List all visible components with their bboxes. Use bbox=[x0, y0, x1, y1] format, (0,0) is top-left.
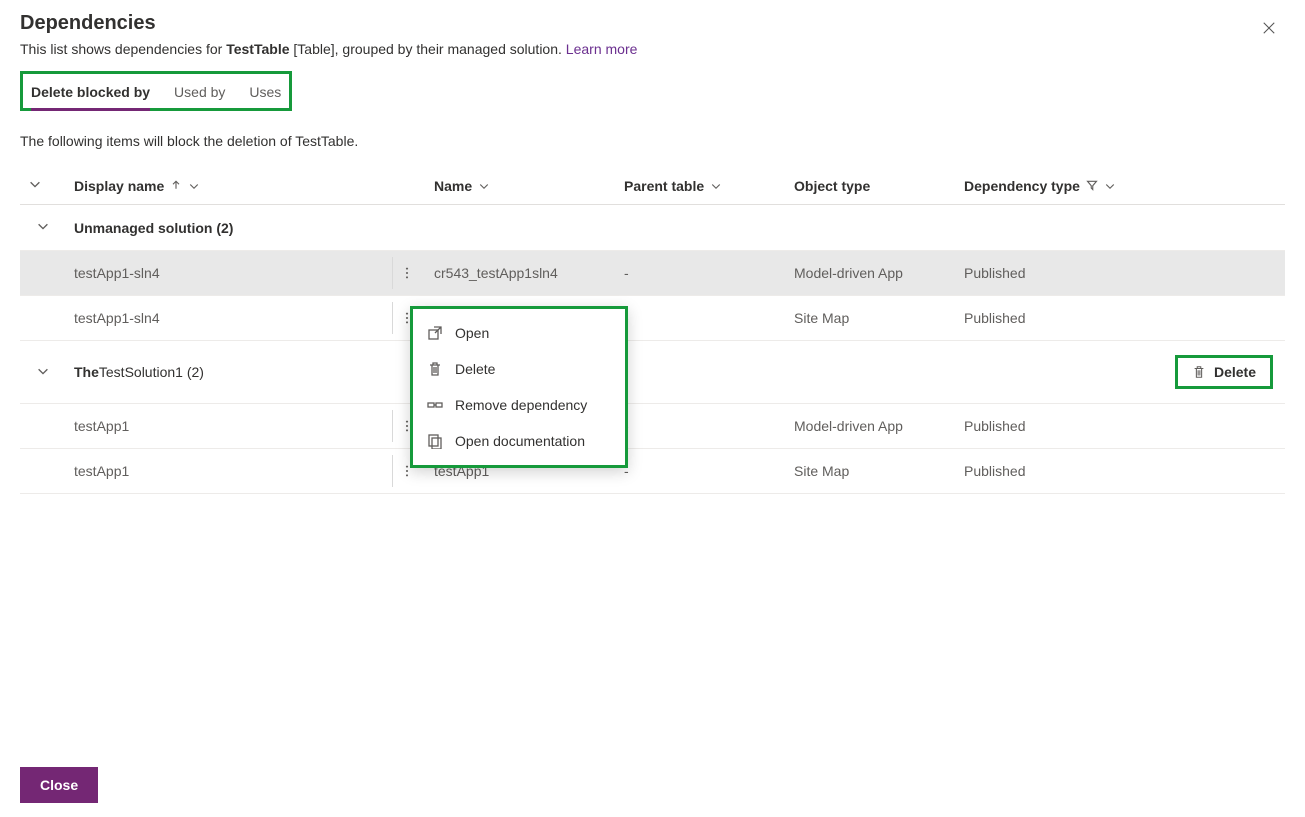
cell-display-name: testApp1 bbox=[74, 418, 129, 434]
menu-item-open-documentation[interactable]: Open documentation bbox=[413, 423, 625, 459]
menu-item-delete[interactable]: Delete bbox=[413, 351, 625, 387]
group-label-bold: The bbox=[74, 364, 99, 380]
cell-dependency-type: Published bbox=[964, 265, 1026, 281]
chevron-down-icon bbox=[710, 180, 722, 192]
cell-dependency-type: Published bbox=[964, 310, 1026, 326]
cell-dependency-type: Published bbox=[964, 418, 1026, 434]
group-row-testsolution[interactable]: TheTestSolution1 (2) Delete bbox=[20, 341, 1285, 404]
sort-ascending-icon bbox=[170, 178, 182, 194]
delete-button[interactable]: Delete bbox=[1175, 355, 1273, 389]
context-menu: Open Delete Remove dependency Open docum… bbox=[410, 306, 628, 468]
document-icon bbox=[427, 433, 443, 449]
group-label-rest: TestSolution1 (2) bbox=[99, 364, 204, 380]
cell-object-type: Site Map bbox=[794, 310, 849, 326]
menu-item-open[interactable]: Open bbox=[413, 315, 625, 351]
subtitle-entity: TestTable bbox=[226, 41, 289, 57]
delete-button-label: Delete bbox=[1214, 364, 1256, 380]
table-row[interactable]: testApp1 testApp1 - Site Map Published bbox=[20, 449, 1285, 494]
cell-object-type: Site Map bbox=[794, 463, 849, 479]
expand-toggle[interactable] bbox=[20, 341, 66, 404]
close-button[interactable]: Close bbox=[20, 767, 98, 803]
column-dependency-type[interactable]: Dependency type bbox=[956, 167, 1285, 205]
chevron-down-icon bbox=[478, 180, 490, 192]
group-row-unmanaged[interactable]: Unmanaged solution (2) bbox=[20, 205, 1285, 251]
cell-parent: - bbox=[624, 265, 629, 281]
column-dependency-label: Dependency type bbox=[964, 178, 1080, 194]
subtitle-post: [Table], grouped by their managed soluti… bbox=[290, 41, 566, 57]
column-display-name[interactable]: Display name bbox=[66, 167, 426, 205]
chevron-down-icon bbox=[188, 180, 200, 192]
column-name-label: Name bbox=[434, 178, 472, 194]
column-name[interactable]: Name bbox=[426, 167, 616, 205]
open-icon bbox=[427, 325, 443, 341]
cell-name: cr543_testApp1sln4 bbox=[434, 265, 558, 281]
close-icon[interactable] bbox=[1257, 16, 1281, 40]
expand-toggle[interactable] bbox=[20, 205, 66, 251]
tabs-container: Delete blocked by Used by Uses bbox=[20, 71, 292, 111]
more-actions-button[interactable] bbox=[392, 257, 420, 289]
subtitle: This list shows dependencies for TestTab… bbox=[20, 41, 1285, 57]
learn-more-link[interactable]: Learn more bbox=[566, 41, 638, 57]
tab-uses[interactable]: Uses bbox=[249, 78, 281, 108]
body-description: The following items will block the delet… bbox=[20, 133, 1285, 149]
subtitle-pre: This list shows dependencies for bbox=[20, 41, 226, 57]
filter-icon bbox=[1086, 178, 1098, 194]
column-object-label: Object type bbox=[794, 178, 870, 194]
cell-display-name: testApp1-sln4 bbox=[74, 265, 160, 281]
column-parent-label: Parent table bbox=[624, 178, 704, 194]
tab-delete-blocked-by[interactable]: Delete blocked by bbox=[31, 78, 150, 108]
menu-item-label: Open bbox=[455, 325, 489, 341]
cell-display-name: testApp1-sln4 bbox=[74, 310, 160, 326]
table-row[interactable]: testApp1 - Model-driven App Published bbox=[20, 404, 1285, 449]
cell-dependency-type: Published bbox=[964, 463, 1026, 479]
column-object-type[interactable]: Object type bbox=[786, 167, 956, 205]
table-row[interactable]: testApp1-sln4 - Site Map Published bbox=[20, 296, 1285, 341]
menu-item-label: Remove dependency bbox=[455, 397, 587, 413]
column-display-name-label: Display name bbox=[74, 178, 164, 194]
cell-object-type: Model-driven App bbox=[794, 418, 903, 434]
cell-display-name: testApp1 bbox=[74, 463, 129, 479]
tab-used-by[interactable]: Used by bbox=[174, 78, 225, 108]
trash-icon bbox=[427, 361, 443, 377]
table-row[interactable]: testApp1-sln4 cr543_testApp1sln4 - Model… bbox=[20, 251, 1285, 296]
chevron-down-icon bbox=[1104, 180, 1116, 192]
cell-object-type: Model-driven App bbox=[794, 265, 903, 281]
column-expand-all[interactable] bbox=[20, 167, 66, 205]
unlink-icon bbox=[427, 397, 443, 413]
column-parent-table[interactable]: Parent table bbox=[616, 167, 786, 205]
page-title: Dependencies bbox=[20, 12, 1285, 35]
menu-item-label: Delete bbox=[455, 361, 495, 377]
menu-item-label: Open documentation bbox=[455, 433, 585, 449]
menu-item-remove-dependency[interactable]: Remove dependency bbox=[413, 387, 625, 423]
group-label: Unmanaged solution (2) bbox=[74, 220, 233, 236]
